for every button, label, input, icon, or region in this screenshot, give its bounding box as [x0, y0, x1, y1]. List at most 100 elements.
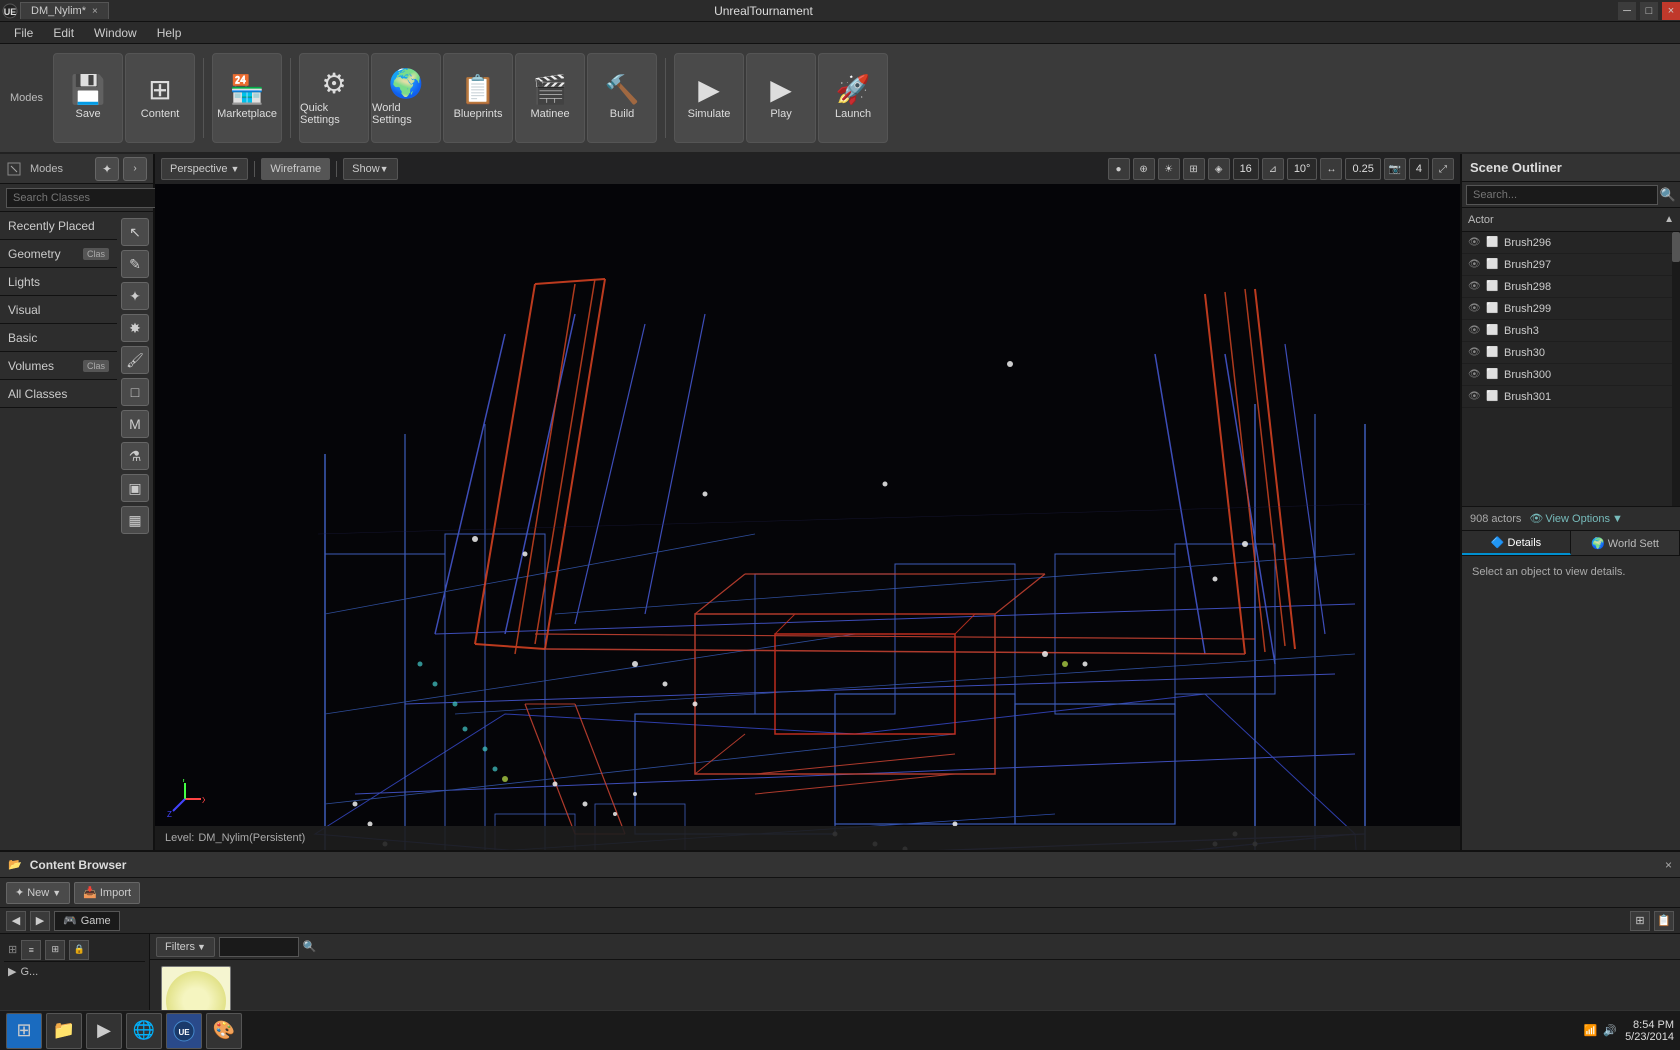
- filter-lock-btn[interactable]: 🔒: [69, 940, 89, 960]
- angle2-btn[interactable]: ⊿: [1262, 158, 1284, 180]
- content-browser-close[interactable]: ×: [1665, 858, 1672, 872]
- scene-item-brush298[interactable]: 👁 ⬜ Brush298: [1462, 276, 1672, 298]
- save-button[interactable]: 💾 Save: [53, 53, 123, 143]
- viewport-mode-button[interactable]: Perspective ▼: [161, 158, 248, 180]
- mode-icon-select[interactable]: ✦: [95, 157, 119, 181]
- all-classes-section[interactable]: All Classes: [0, 380, 117, 408]
- geometry-section[interactable]: Geometry Clas: [0, 240, 117, 268]
- wireframe-button[interactable]: Wireframe: [261, 158, 330, 180]
- basic-section[interactable]: Basic: [0, 324, 117, 352]
- actor-sort-icon[interactable]: ▲: [1664, 214, 1674, 225]
- menu-window[interactable]: Window: [84, 24, 147, 42]
- simulate-button[interactable]: ▶ Simulate: [674, 53, 744, 143]
- build-button[interactable]: 🔨 Build: [587, 53, 657, 143]
- lights-section[interactable]: Lights: [0, 268, 117, 296]
- content-search-input[interactable]: [219, 937, 299, 957]
- nav-forward-button[interactable]: ▶: [30, 911, 50, 931]
- maximize-viewport-btn[interactable]: ⤢: [1432, 158, 1454, 180]
- camera-speed-btn[interactable]: 📷: [1384, 158, 1406, 180]
- scene-scroll-thumb[interactable]: [1672, 232, 1680, 262]
- volumes-section[interactable]: Volumes Clas: [0, 352, 117, 380]
- start-button[interactable]: ⊞: [6, 1013, 42, 1049]
- show-button[interactable]: Show ▼: [343, 158, 397, 180]
- marketplace-button[interactable]: 🏪 Marketplace: [212, 53, 282, 143]
- matinee-icon: 🎬: [533, 76, 568, 104]
- menu-file[interactable]: File: [4, 24, 43, 42]
- maximize-button[interactable]: □: [1640, 2, 1658, 20]
- taskbar-ue[interactable]: UE: [166, 1013, 202, 1049]
- scene-search-input[interactable]: [1466, 185, 1658, 205]
- scene-item-brush301[interactable]: 👁 ⬜ Brush301: [1462, 386, 1672, 408]
- taskbar-explorer[interactable]: 📁: [46, 1013, 82, 1049]
- play-button[interactable]: ▶ Play: [746, 53, 816, 143]
- tree-game-label: G...: [20, 966, 38, 978]
- nav-back-button[interactable]: ◀: [6, 911, 26, 931]
- matinee-button[interactable]: 🎬 Matinee: [515, 53, 585, 143]
- scene-item-brush299[interactable]: 👁 ⬜ Brush299: [1462, 298, 1672, 320]
- scene-item-brush30[interactable]: 👁 ⬜ Brush30: [1462, 342, 1672, 364]
- world-settings-tab[interactable]: 🌍 World Sett: [1571, 531, 1680, 555]
- editor-tab[interactable]: DM_Nylim* ×: [20, 2, 109, 19]
- import-button[interactable]: 📥 Import: [74, 882, 140, 904]
- tool-box[interactable]: □: [121, 378, 149, 406]
- globe-btn[interactable]: ⊕: [1133, 158, 1155, 180]
- tool-grid[interactable]: ▦: [121, 506, 149, 534]
- launch-button[interactable]: 🚀 Launch: [818, 53, 888, 143]
- blueprints-label: Blueprints: [454, 108, 503, 120]
- recently-placed-section[interactable]: Recently Placed: [0, 212, 117, 240]
- scene-item-brush297[interactable]: 👁 ⬜ Brush297: [1462, 254, 1672, 276]
- view-options-link[interactable]: 👁 View Options ▼: [1529, 512, 1622, 525]
- world-settings-button[interactable]: 🌍 World Settings: [371, 53, 441, 143]
- nav-view-toggle[interactable]: 📋: [1654, 911, 1674, 931]
- scene-item-brush296[interactable]: 👁 ⬜ Brush296: [1462, 232, 1672, 254]
- menu-help[interactable]: Help: [147, 24, 192, 42]
- details-tab[interactable]: 🔷 Details: [1462, 531, 1571, 555]
- tab-close-button[interactable]: ×: [92, 6, 98, 17]
- angle-btn[interactable]: ◈: [1208, 158, 1230, 180]
- svg-text:UE: UE: [178, 1028, 190, 1037]
- cb-search-icon[interactable]: 🔍: [303, 940, 317, 953]
- tool-flask[interactable]: ⚗: [121, 442, 149, 470]
- tool-sparkle[interactable]: ✸: [121, 314, 149, 342]
- mode-icon-expand[interactable]: ›: [123, 157, 147, 181]
- modes-label: Modes: [10, 92, 43, 104]
- filters-dropdown-button[interactable]: Filters ▼: [156, 937, 215, 957]
- visual-section[interactable]: Visual: [0, 296, 117, 324]
- tool-brush[interactable]: 🖌: [121, 346, 149, 374]
- tool-select[interactable]: ↖: [121, 218, 149, 246]
- toolbar-separator-2: [290, 58, 291, 138]
- filter-grid-btn[interactable]: ⊞: [45, 940, 65, 960]
- details-tab-label: 🔷 Details: [1491, 536, 1541, 549]
- grid-btn[interactable]: ⊞: [1183, 158, 1205, 180]
- tool-sun[interactable]: ✦: [121, 282, 149, 310]
- scale-btn[interactable]: ↔: [1320, 158, 1342, 180]
- viewport-status: Level: DM_Nylim(Persistent): [155, 826, 1460, 850]
- content-button[interactable]: ⊞ Content: [125, 53, 195, 143]
- tool-cylinder[interactable]: M: [121, 410, 149, 438]
- tool-box2[interactable]: ▣: [121, 474, 149, 502]
- quick-settings-button[interactable]: ⚙ Quick Settings: [299, 53, 369, 143]
- filter-list-btn[interactable]: ≡: [21, 940, 41, 960]
- scene-item-brush300[interactable]: 👁 ⬜ Brush300: [1462, 364, 1672, 386]
- scene-item-brush3[interactable]: 👁 ⬜ Brush3: [1462, 320, 1672, 342]
- close-window-button[interactable]: ×: [1662, 2, 1680, 20]
- blueprints-button[interactable]: 📋 Blueprints: [443, 53, 513, 143]
- scene-scrollbar[interactable]: [1672, 232, 1680, 506]
- viewport-canvas: [155, 154, 1460, 850]
- tree-item-game[interactable]: ▶ G...: [4, 962, 145, 981]
- new-button[interactable]: ✦ New ▼: [6, 882, 70, 904]
- scene-search-icon[interactable]: 🔍: [1660, 187, 1676, 203]
- viewport-area[interactable]: Perspective ▼ Wireframe Show ▼ ● ⊕ ☀ ⊞: [155, 154, 1460, 850]
- light-btn[interactable]: ☀: [1158, 158, 1180, 180]
- minimize-button[interactable]: ─: [1618, 2, 1636, 20]
- taskbar-browser[interactable]: 🌐: [126, 1013, 162, 1049]
- vp-separator-1: [254, 161, 255, 177]
- nav-tree-toggle[interactable]: ⊞: [1630, 911, 1650, 931]
- tool-paint[interactable]: ✎: [121, 250, 149, 278]
- taskbar-player[interactable]: ▶: [86, 1013, 122, 1049]
- search-classes-input[interactable]: [6, 188, 162, 208]
- taskbar-paint[interactable]: 🎨: [206, 1013, 242, 1049]
- sphere-btn[interactable]: ●: [1108, 158, 1130, 180]
- menu-edit[interactable]: Edit: [43, 24, 84, 42]
- import-icon: 📥: [83, 886, 97, 899]
